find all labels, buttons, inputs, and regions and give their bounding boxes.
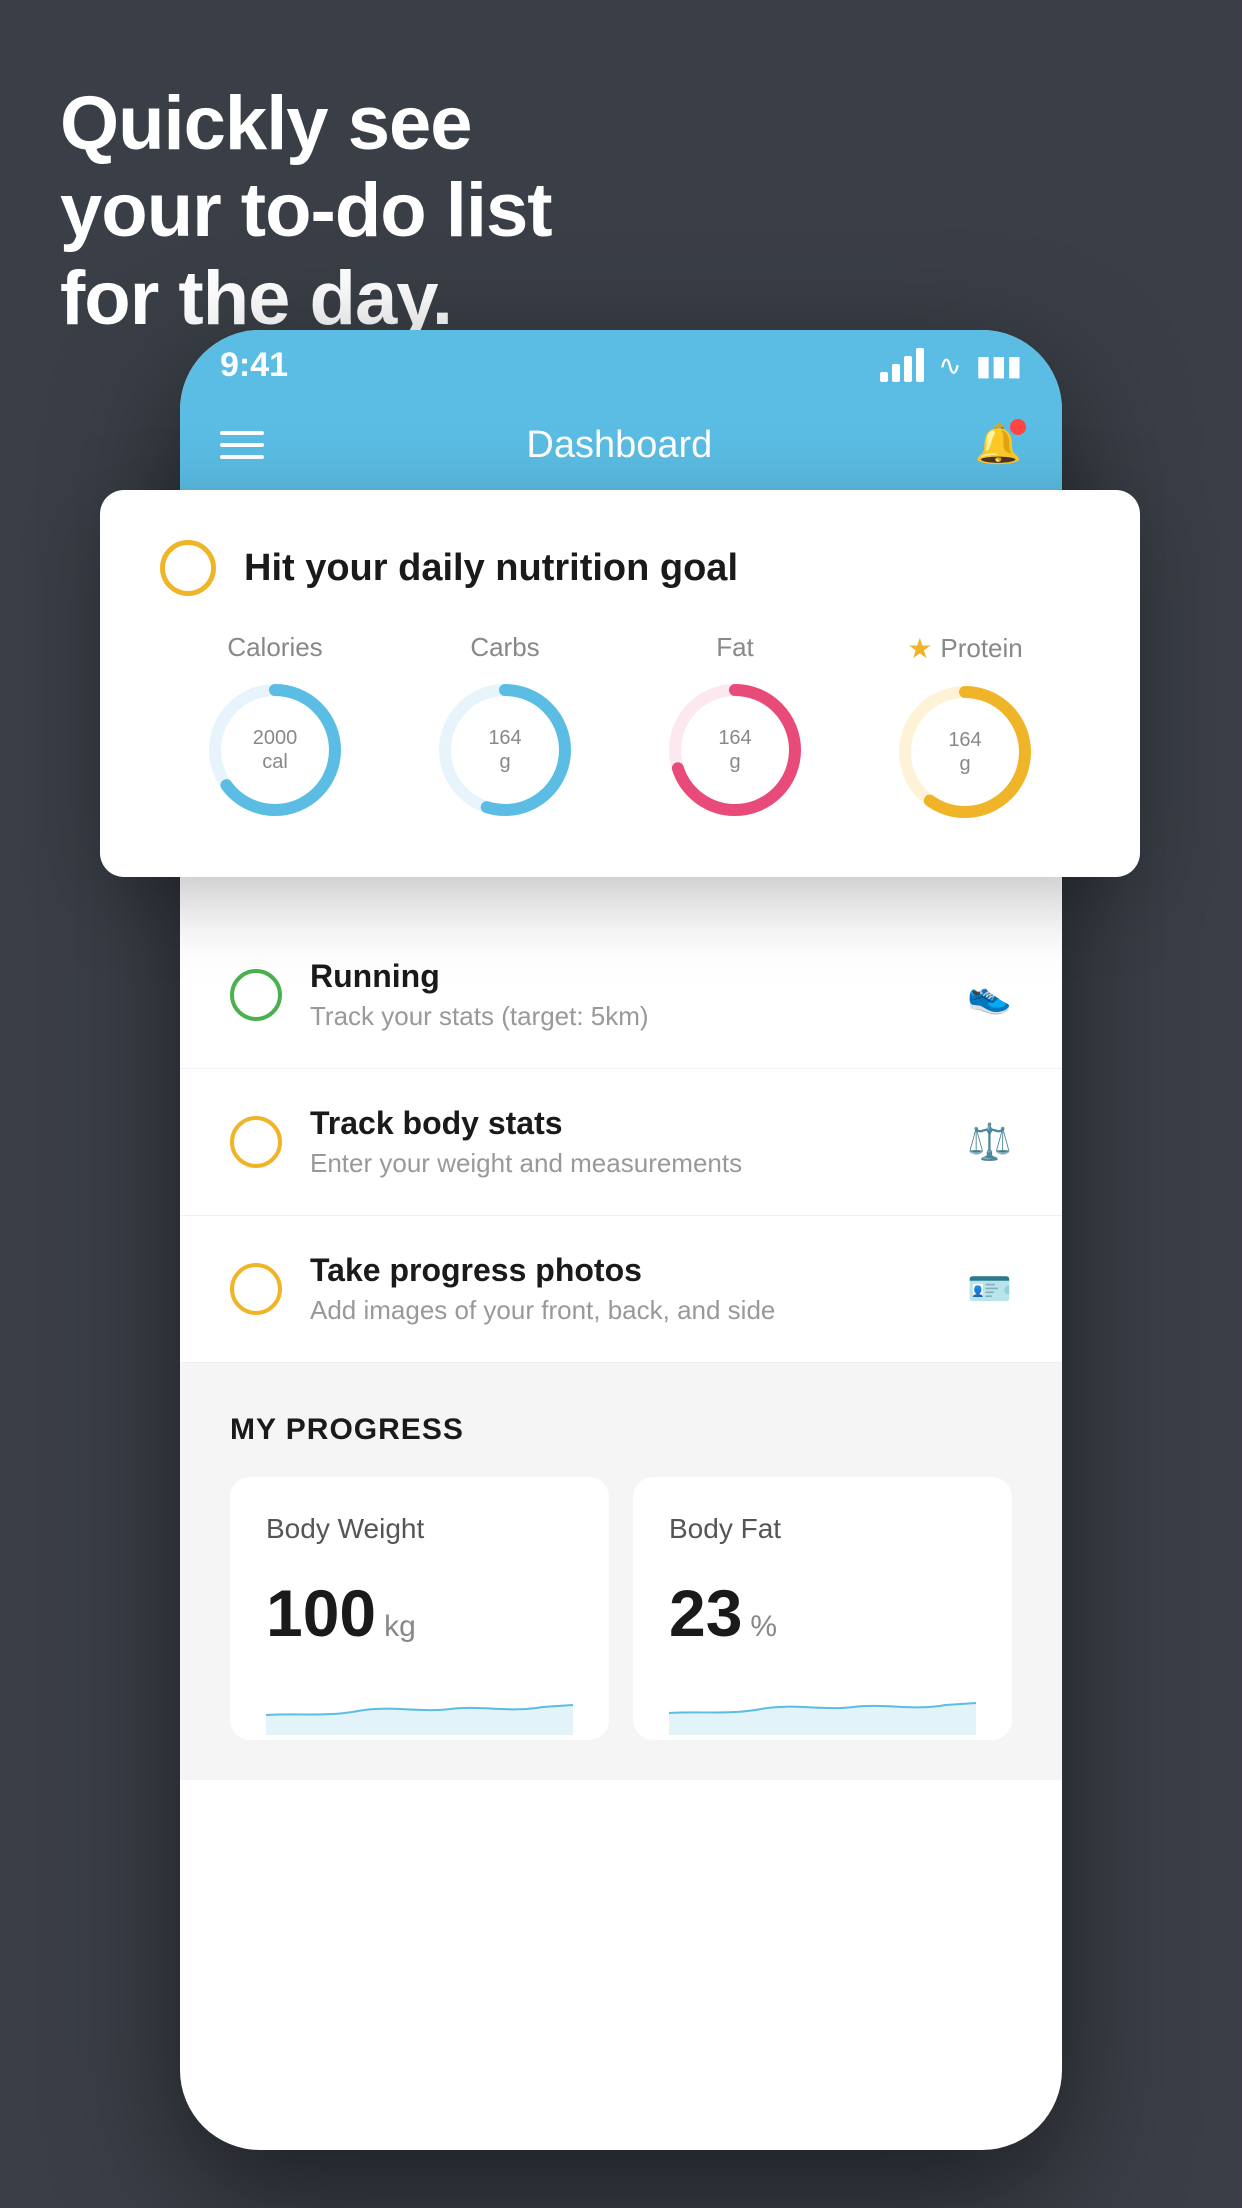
nutrition-row: Calories 2000 cal Carbs bbox=[160, 632, 1080, 827]
status-icons: ∿ ▮▮▮ bbox=[880, 348, 1022, 382]
fat-label: Fat bbox=[716, 632, 754, 663]
progress-cards: Body Weight 100 kg Body Fat 23 % bbox=[230, 1477, 1012, 1740]
body-weight-chart bbox=[266, 1675, 573, 1735]
list-item[interactable]: Take progress photos Add images of your … bbox=[180, 1216, 1062, 1363]
body-fat-value: 23 bbox=[669, 1575, 742, 1651]
nutrition-protein: ★ Protein 164 g bbox=[890, 632, 1040, 827]
hero-text: Quickly see your to-do list for the day. bbox=[60, 80, 552, 342]
body-weight-label: Body Weight bbox=[266, 1513, 573, 1545]
progress-title: MY PROGRESS bbox=[230, 1413, 1012, 1447]
battery-icon: ▮▮▮ bbox=[976, 349, 1022, 382]
item-title-photos: Take progress photos bbox=[310, 1252, 939, 1289]
menu-button[interactable] bbox=[220, 431, 264, 459]
calories-label: Calories bbox=[227, 632, 322, 663]
body-weight-value: 100 bbox=[266, 1575, 376, 1651]
body-fat-card: Body Fat 23 % bbox=[633, 1477, 1012, 1740]
item-circle-running bbox=[230, 969, 282, 1021]
body-fat-unit: % bbox=[750, 1610, 777, 1644]
item-title-running: Running bbox=[310, 958, 939, 995]
hero-line1: Quickly see bbox=[60, 80, 552, 167]
header-title: Dashboard bbox=[526, 424, 712, 467]
carbs-ring: 164 g bbox=[430, 675, 580, 825]
protein-label: Protein bbox=[940, 633, 1022, 664]
calories-ring: 2000 cal bbox=[200, 675, 350, 825]
status-bar: 9:41 ∿ ▮▮▮ bbox=[180, 330, 1062, 400]
nutrition-check-circle bbox=[160, 540, 216, 596]
protein-ring: 164 g bbox=[890, 677, 1040, 827]
signal-icon bbox=[880, 348, 924, 382]
item-title-bodystats: Track body stats bbox=[310, 1105, 939, 1142]
star-icon: ★ bbox=[907, 632, 932, 665]
scale-icon: ⚖️ bbox=[967, 1121, 1012, 1163]
app-header: Dashboard 🔔 bbox=[180, 400, 1062, 490]
body-weight-unit: kg bbox=[384, 1610, 416, 1644]
item-circle-bodystats bbox=[230, 1116, 282, 1168]
nutrition-card-title: Hit your daily nutrition goal bbox=[244, 547, 738, 590]
item-subtitle-photos: Add images of your front, back, and side bbox=[310, 1295, 939, 1326]
photo-icon: 🪪 bbox=[967, 1268, 1012, 1310]
fat-ring: 164 g bbox=[660, 675, 810, 825]
item-subtitle-running: Track your stats (target: 5km) bbox=[310, 1001, 939, 1032]
nutrition-carbs: Carbs 164 g bbox=[430, 632, 580, 825]
status-time: 9:41 bbox=[220, 346, 288, 385]
nutrition-fat: Fat 164 g bbox=[660, 632, 810, 825]
body-weight-card: Body Weight 100 kg bbox=[230, 1477, 609, 1740]
item-circle-photos bbox=[230, 1263, 282, 1315]
progress-section: MY PROGRESS Body Weight 100 kg Body Fat … bbox=[180, 1363, 1062, 1780]
todo-list: Running Track your stats (target: 5km) 👟… bbox=[180, 922, 1062, 1363]
nutrition-card: Hit your daily nutrition goal Calories 2… bbox=[100, 490, 1140, 877]
nutrition-calories: Calories 2000 cal bbox=[200, 632, 350, 825]
item-subtitle-bodystats: Enter your weight and measurements bbox=[310, 1148, 939, 1179]
list-item[interactable]: Running Track your stats (target: 5km) 👟 bbox=[180, 922, 1062, 1069]
notification-button[interactable]: 🔔 bbox=[975, 423, 1022, 467]
body-fat-label: Body Fat bbox=[669, 1513, 976, 1545]
body-fat-chart bbox=[669, 1675, 976, 1735]
carbs-label: Carbs bbox=[470, 632, 539, 663]
list-item[interactable]: Track body stats Enter your weight and m… bbox=[180, 1069, 1062, 1216]
hero-line2: your to-do list bbox=[60, 167, 552, 254]
running-icon: 👟 bbox=[967, 974, 1012, 1016]
notification-dot bbox=[1010, 419, 1026, 435]
wifi-icon: ∿ bbox=[938, 349, 961, 382]
